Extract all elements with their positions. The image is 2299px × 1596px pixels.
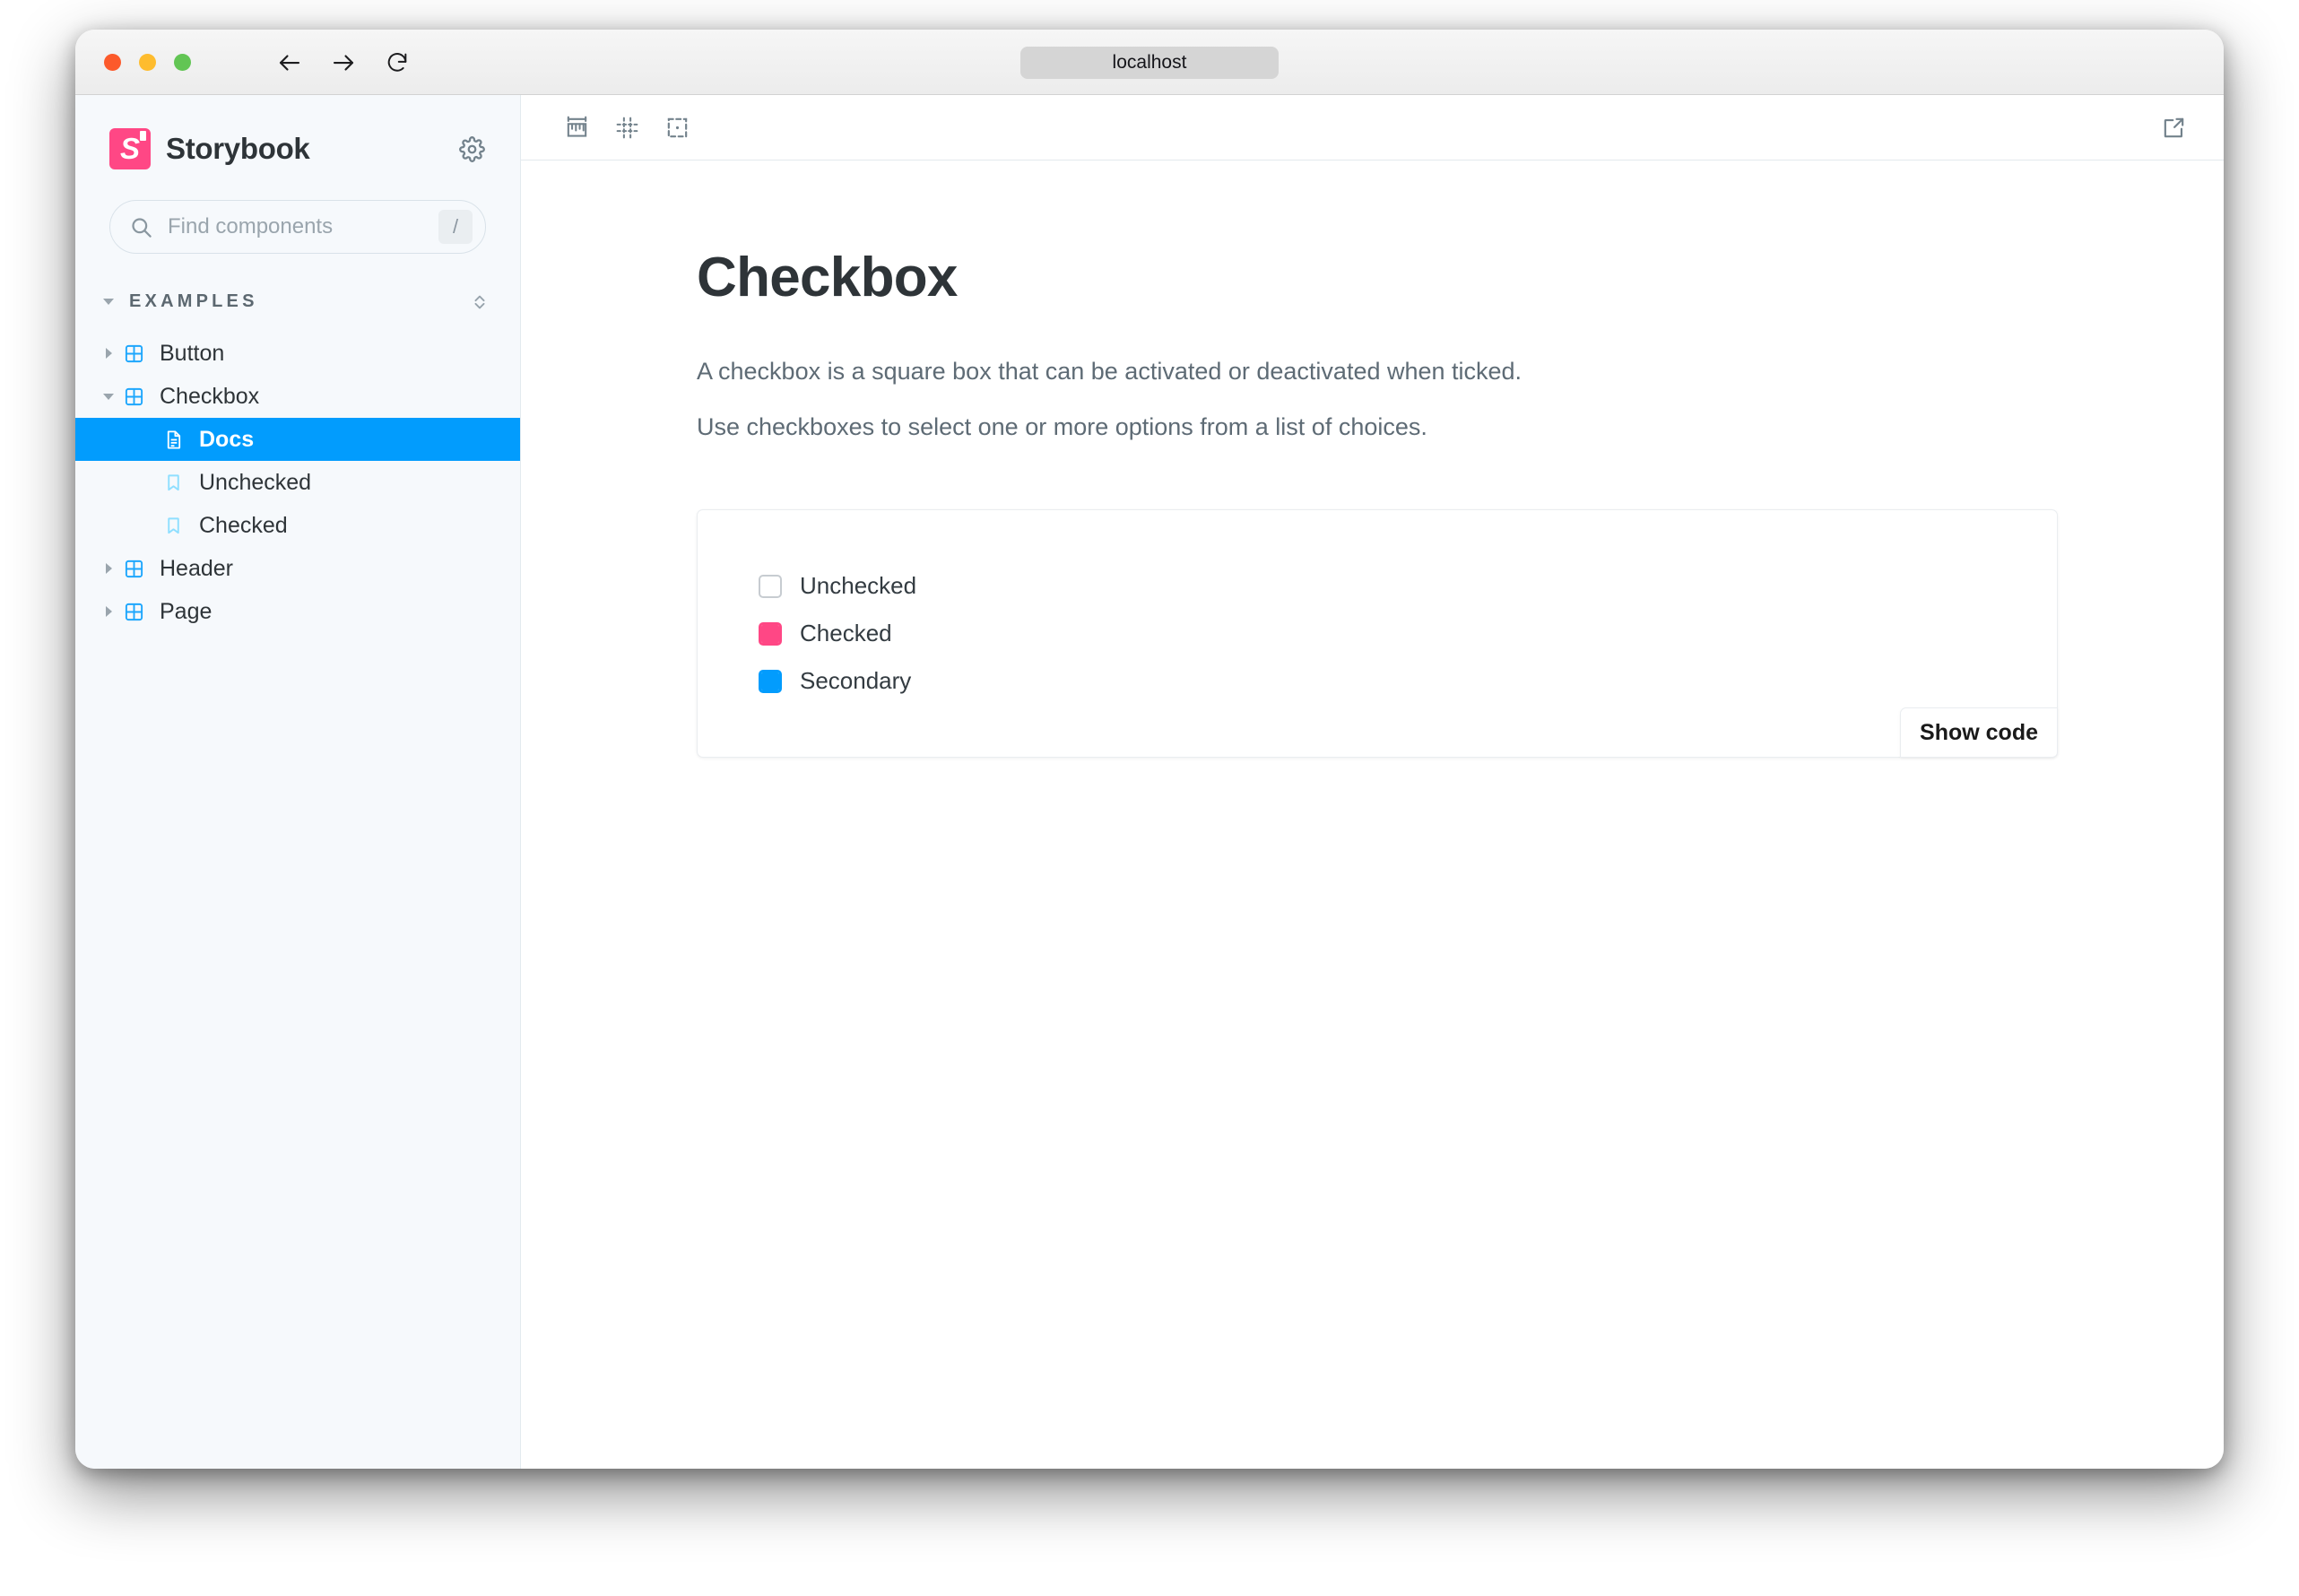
main-panel: Checkbox A checkbox is a square box that… <box>521 95 2224 1469</box>
window-controls <box>104 54 191 71</box>
page-root: localhost S Storybook Find components / … <box>0 0 2299 1596</box>
chevron-down-icon <box>99 299 118 305</box>
checkbox-fill <box>761 624 779 643</box>
sidebar-group-examples[interactable]: EXAMPLES <box>99 291 490 312</box>
close-window-button[interactable] <box>104 54 121 71</box>
description-line-2: Use checkboxes to select one or more opt… <box>697 413 1427 440</box>
checkbox-label: Checked <box>800 620 892 646</box>
search-placeholder: Find components <box>168 214 334 239</box>
reload-icon[interactable] <box>380 46 414 80</box>
chevron-right-icon <box>99 348 118 359</box>
sidebar-item-label: Checkbox <box>160 383 260 409</box>
sidebar-group-label: EXAMPLES <box>129 291 258 311</box>
story-preview-card: Unchecked Checked Secondary Show code <box>697 509 2058 758</box>
checkbox-secondary-icon[interactable] <box>759 669 782 693</box>
search-icon <box>129 215 153 239</box>
sidebar-item-label: Docs <box>199 426 255 452</box>
document-icon <box>158 429 188 450</box>
docs-canvas: Checkbox A checkbox is a square box that… <box>521 160 2224 1469</box>
measure-icon[interactable] <box>551 102 602 152</box>
checkbox-checked-icon[interactable] <box>759 621 782 646</box>
minimize-window-button[interactable] <box>139 54 156 71</box>
component-icon <box>118 386 149 407</box>
checkbox-row-checked[interactable]: Checked <box>759 610 2057 657</box>
checkbox-row-secondary[interactable]: Secondary <box>759 657 2057 705</box>
grid-icon[interactable] <box>602 102 652 152</box>
sidebar-item-checkbox[interactable]: Checkbox <box>75 375 520 418</box>
description-line-1: A checkbox is a square box that can be a… <box>697 358 1523 385</box>
sidebar-item-label: Unchecked <box>199 469 312 495</box>
browser-titlebar: localhost <box>75 30 2224 95</box>
open-new-tab-icon[interactable] <box>2148 102 2199 152</box>
sidebar-item-docs[interactable]: Docs <box>75 418 520 461</box>
sidebar-item-label: Page <box>160 598 213 624</box>
page-title: Checkbox <box>697 247 958 308</box>
show-code-button[interactable]: Show code <box>1900 707 2058 758</box>
preview-toolbar <box>521 95 2224 160</box>
forward-icon[interactable] <box>326 46 360 80</box>
checkbox-unchecked-icon[interactable] <box>759 574 782 598</box>
checkbox-label: Secondary <box>800 667 912 694</box>
story-icon <box>158 516 188 536</box>
component-icon <box>118 602 149 622</box>
story-icon <box>158 473 188 493</box>
app-body: S Storybook Find components / EXAMPLES B… <box>75 95 2224 1469</box>
brand-title: Storybook <box>166 132 310 165</box>
maximize-window-button[interactable] <box>174 54 191 71</box>
back-icon[interactable] <box>273 46 307 80</box>
chevron-right-icon <box>99 563 118 574</box>
browser-window: localhost S Storybook Find components / … <box>75 30 2224 1469</box>
sidebar-item-page[interactable]: Page <box>75 590 520 633</box>
sidebar-item-label: Checked <box>199 512 288 538</box>
sidebar-item-label: Button <box>160 340 225 366</box>
logo-letter: S <box>119 132 140 165</box>
outline-icon[interactable] <box>652 102 702 152</box>
sidebar-header: S Storybook <box>75 95 520 169</box>
sidebar-item-label: Header <box>160 555 233 581</box>
sort-toggle-icon[interactable] <box>470 292 490 312</box>
chevron-right-icon <box>99 606 118 617</box>
gear-icon[interactable] <box>454 131 490 167</box>
checkbox-fill <box>761 672 779 690</box>
search-shortcut-badge: / <box>438 210 473 244</box>
url-text: localhost <box>1112 52 1187 73</box>
sidebar-item-header[interactable]: Header <box>75 547 520 590</box>
sidebar: S Storybook Find components / EXAMPLES B… <box>75 95 521 1469</box>
component-icon <box>118 343 149 364</box>
sidebar-item-button[interactable]: Button <box>75 332 520 375</box>
docs-content: Checkbox A checkbox is a square box that… <box>697 246 2095 758</box>
browser-nav-buttons <box>273 46 414 80</box>
url-bar[interactable]: localhost <box>1020 47 1279 79</box>
sidebar-item-unchecked[interactable]: Unchecked <box>75 461 520 504</box>
storybook-logo-icon[interactable]: S <box>109 128 151 169</box>
checkbox-label: Unchecked <box>800 572 917 599</box>
sidebar-item-checked[interactable]: Checked <box>75 504 520 547</box>
search-input[interactable]: Find components / <box>109 200 486 254</box>
sidebar-tree: Button Checkbox Docs Unchecked Checked H… <box>75 332 520 633</box>
chevron-down-icon <box>99 393 118 400</box>
checkbox-row-unchecked[interactable]: Unchecked <box>759 562 2057 610</box>
component-icon <box>118 559 149 579</box>
